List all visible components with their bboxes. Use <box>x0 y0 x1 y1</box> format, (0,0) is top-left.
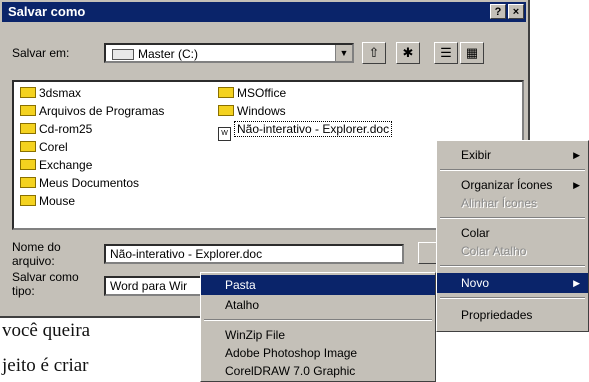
filename-input[interactable]: Não-interativo - Explorer.doc <box>104 244 404 264</box>
save-in-value: Master (C:) <box>138 47 198 61</box>
menu-item-propriedades[interactable]: Propriedades <box>437 305 588 325</box>
menu-item-photoshop-image[interactable]: Adobe Photoshop Image <box>201 343 435 363</box>
menu-item-winzip-file[interactable]: WinZip File <box>201 325 435 345</box>
folder-item[interactable]: Arquivos de Programas <box>20 102 164 120</box>
hard-drive-icon <box>112 49 134 60</box>
document-item[interactable]: W Não-interativo - Explorer.doc <box>218 120 393 141</box>
folder-icon <box>20 159 36 170</box>
article-text-line-1: você queira <box>2 320 91 341</box>
save-in-combo[interactable]: Master (C:) ▼ <box>104 43 354 63</box>
folder-label: MSOffice <box>237 86 287 100</box>
folder-icon <box>20 195 36 206</box>
context-menu: Exibir ▶ Organizar Ícones ▶ Alinhar Ícones… <box>436 140 589 332</box>
folder-item[interactable]: Mouse <box>20 192 75 210</box>
menu-separator <box>440 217 585 219</box>
submenu-arrow-icon: ▶ <box>573 180 580 190</box>
chevron-down-icon[interactable]: ▼ <box>335 45 352 61</box>
close-button[interactable]: × <box>508 4 524 19</box>
folder-item[interactable]: Exchange <box>20 156 92 174</box>
folder-item[interactable]: 3dsmax <box>20 84 81 102</box>
folder-item[interactable]: Cd-rom25 <box>20 120 92 138</box>
folder-up-icon: ⇧ <box>368 45 380 60</box>
menu-item-label: Organizar Ícones <box>461 178 553 192</box>
title-bar: Salvar como ? × <box>2 2 526 22</box>
menu-separator <box>440 265 585 267</box>
menu-item-label: Novo <box>461 276 490 290</box>
menu-item-atalho[interactable]: Atalho <box>201 295 435 315</box>
folder-item[interactable]: Corel <box>20 138 68 156</box>
submenu-arrow-icon: ▶ <box>573 278 580 288</box>
folder-label: Cd-rom25 <box>39 122 93 136</box>
menu-item-coreldraw-graphic[interactable]: CorelDRAW 7.0 Graphic <box>201 361 435 381</box>
folder-icon <box>20 87 36 98</box>
menu-item-alinhar-icones: Alinhar Ícones <box>461 196 538 210</box>
menu-separator <box>440 297 585 299</box>
menu-item-novo[interactable]: Novo ▶ <box>437 273 588 293</box>
folder-label: Mouse <box>39 194 76 208</box>
folder-icon <box>20 105 36 116</box>
folder-label: Meus Documentos <box>39 176 140 190</box>
folder-label: 3dsmax <box>39 86 82 100</box>
menu-item-pasta[interactable]: Pasta <box>201 275 435 295</box>
new-folder-icon: ✱ <box>402 45 414 60</box>
folder-icon <box>218 87 234 98</box>
filename-label-line2: arquivo: <box>12 254 55 268</box>
menu-item-colar-atalho: Colar Atalho <box>461 244 527 258</box>
menu-separator <box>204 319 432 321</box>
filename-label-line1: Nome do <box>12 240 61 254</box>
list-view-icon: ☰ <box>440 45 452 60</box>
folder-item[interactable]: Windows <box>218 102 286 120</box>
folder-icon <box>20 141 36 152</box>
document-label: Não-interativo - Explorer.doc <box>234 121 393 137</box>
menu-item-exibir[interactable]: Exibir ▶ <box>437 145 588 165</box>
article-text-line-2: jeito é criar <box>2 355 89 376</box>
folder-icon <box>20 177 36 188</box>
menu-item-organizar-icones[interactable]: Organizar Ícones ▶ <box>437 175 588 195</box>
word-document-icon: W <box>218 127 231 141</box>
folder-label: Exchange <box>39 158 93 172</box>
submenu-arrow-icon: ▶ <box>573 150 580 160</box>
folder-icon <box>218 105 234 116</box>
help-button[interactable]: ? <box>490 4 506 19</box>
folder-item[interactable]: Meus Documentos <box>20 174 139 192</box>
folder-label: Windows <box>237 104 286 118</box>
folder-label: Arquivos de Programas <box>39 104 165 118</box>
filetype-label-line2: tipo: <box>12 284 35 298</box>
menu-item-label: Exibir <box>461 148 492 162</box>
folder-label: Corel <box>39 140 68 154</box>
list-view-button[interactable]: ☰ <box>434 42 458 64</box>
menu-separator <box>440 169 585 171</box>
save-in-label: Salvar em: <box>12 46 70 60</box>
details-view-icon: ▦ <box>465 45 479 60</box>
create-new-folder-button[interactable]: ✱ <box>396 42 420 64</box>
dialog-title: Salvar como <box>8 4 86 19</box>
filetype-label-line1: Salvar como <box>12 270 79 284</box>
details-view-button[interactable]: ▦ <box>460 42 484 64</box>
new-submenu: Pasta Atalho WinZip File Adobe Photoshop… <box>200 272 436 382</box>
up-one-level-button[interactable]: ⇧ <box>362 42 386 64</box>
folder-item[interactable]: MSOffice <box>218 84 286 102</box>
folder-icon <box>20 123 36 134</box>
menu-item-colar[interactable]: Colar <box>437 223 588 243</box>
filetype-select[interactable]: Word para Wir <box>104 276 204 296</box>
